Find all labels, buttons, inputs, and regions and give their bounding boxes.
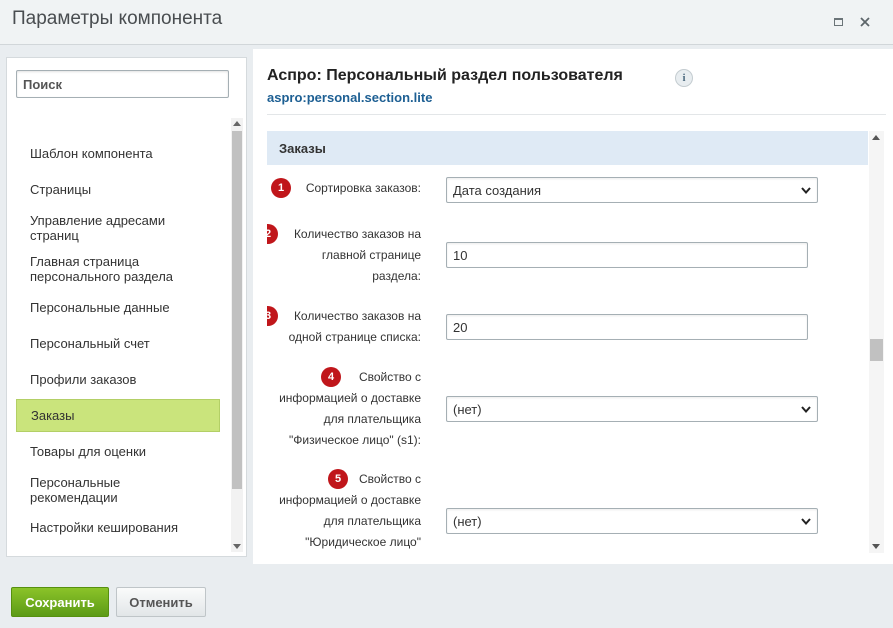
dialog-footer: Сохранить Отменить bbox=[0, 570, 893, 628]
component-title: Аспро: Персональный раздел пользователя bbox=[267, 67, 623, 84]
sidebar-item-label: Шаблон компонента bbox=[30, 145, 153, 161]
scroll-up-icon[interactable] bbox=[233, 121, 241, 126]
sidebar-item-template[interactable]: Шаблон компонента bbox=[16, 138, 220, 168]
sidebar-item-main-page[interactable]: Главная страница персонального раздела bbox=[16, 252, 220, 286]
component-params-dialog: Параметры компонента Шаблон компонента С… bbox=[0, 0, 893, 628]
scroll-down-icon[interactable] bbox=[233, 544, 241, 549]
sidebar-item-label: Профили заказов bbox=[30, 371, 137, 387]
scroll-up-icon[interactable] bbox=[872, 135, 880, 140]
sidebar-item-label: Товары для оценки bbox=[30, 443, 147, 459]
scrollbar-thumb[interactable] bbox=[232, 131, 242, 489]
sidebar-item-pages[interactable]: Страницы bbox=[16, 174, 220, 204]
section-title: Заказы bbox=[279, 141, 326, 156]
sidebar-item-url-management[interactable]: Управление адресами страниц bbox=[16, 211, 220, 245]
divider bbox=[267, 114, 886, 115]
dialog-title: Параметры компонента bbox=[12, 8, 223, 29]
sidebar-scrollbar[interactable] bbox=[231, 118, 243, 552]
scrollbar-thumb[interactable] bbox=[870, 339, 883, 361]
sidebar: Шаблон компонента Страницы Управление ад… bbox=[6, 57, 247, 557]
step-badge: 3 bbox=[267, 306, 278, 326]
sidebar-item-label: Страницы bbox=[30, 181, 92, 197]
sidebar-item-label: Управление адресами страниц bbox=[30, 213, 166, 243]
input-value: 20 bbox=[453, 319, 468, 335]
select-value: (нет) bbox=[453, 513, 482, 529]
sidebar-item-label: Персональные рекомендации bbox=[30, 475, 121, 505]
sidebar-item-cache-settings[interactable]: Настройки кеширования bbox=[16, 512, 220, 542]
sidebar-item-personal-data[interactable]: Персональные данные bbox=[16, 292, 220, 322]
input-value: 10 bbox=[453, 247, 468, 263]
param-label: Свойство с информацией о доставке для пл… bbox=[279, 370, 421, 447]
param-label: Свойство с информацией о доставке для пл… bbox=[279, 472, 421, 549]
sidebar-item-order-profiles[interactable]: Профили заказов bbox=[16, 364, 220, 394]
delivery-prop-legal-select[interactable]: (нет) bbox=[446, 508, 818, 534]
sidebar-item-label: Настройки кеширования bbox=[30, 519, 179, 535]
sidebar-nav: Шаблон компонента Страницы Управление ад… bbox=[16, 118, 229, 548]
params-scrollbar[interactable] bbox=[869, 131, 884, 553]
select-value: (нет) bbox=[453, 401, 482, 417]
search-wrap bbox=[16, 70, 229, 98]
sidebar-item-label: Главная страница персонального раздела bbox=[30, 254, 174, 284]
params-area: Заказы 1 Сортировка заказов: Дата создан… bbox=[267, 131, 868, 553]
chevron-down-icon bbox=[801, 517, 811, 525]
component-code: aspro:personal.section.lite bbox=[267, 90, 433, 105]
sidebar-item-label: Персональные данные bbox=[30, 299, 170, 315]
sidebar-item-account[interactable]: Персональный счет bbox=[16, 328, 220, 358]
chevron-down-icon bbox=[801, 186, 811, 194]
maximize-icon[interactable] bbox=[828, 12, 848, 32]
param-label: Сортировка заказов: bbox=[305, 181, 421, 195]
save-button[interactable]: Сохранить bbox=[11, 587, 109, 617]
dialog-header: Параметры компонента bbox=[0, 0, 893, 45]
sidebar-item-products-rating[interactable]: Товары для оценки bbox=[16, 436, 220, 466]
sidebar-item-recommendations[interactable]: Персональные рекомендации bbox=[16, 473, 220, 507]
chevron-down-icon bbox=[801, 405, 811, 413]
select-value: Дата создания bbox=[453, 182, 542, 198]
scroll-down-icon[interactable] bbox=[872, 544, 880, 549]
step-badge: 2 bbox=[267, 224, 278, 244]
cancel-button[interactable]: Отменить bbox=[116, 587, 206, 617]
close-icon[interactable] bbox=[855, 12, 875, 32]
delivery-prop-individual-select[interactable]: (нет) bbox=[446, 396, 818, 422]
orders-page-count-input[interactable]: 20 bbox=[446, 314, 808, 340]
sidebar-item-label: Заказы bbox=[31, 408, 75, 423]
param-label: Количество заказов на главной странице р… bbox=[293, 227, 421, 283]
sidebar-item-label: Персональный счет bbox=[30, 335, 150, 351]
search-input[interactable] bbox=[16, 70, 229, 98]
info-icon[interactable]: i bbox=[675, 69, 693, 87]
sort-orders-select[interactable]: Дата создания bbox=[446, 177, 818, 203]
orders-main-count-input[interactable]: 10 bbox=[446, 242, 808, 268]
sidebar-item-orders[interactable]: Заказы bbox=[16, 399, 220, 432]
main-panel: Аспро: Персональный раздел пользователя … bbox=[253, 49, 893, 564]
section-header: Заказы bbox=[267, 131, 868, 165]
param-label: Количество заказов на одной странице спи… bbox=[288, 309, 421, 344]
